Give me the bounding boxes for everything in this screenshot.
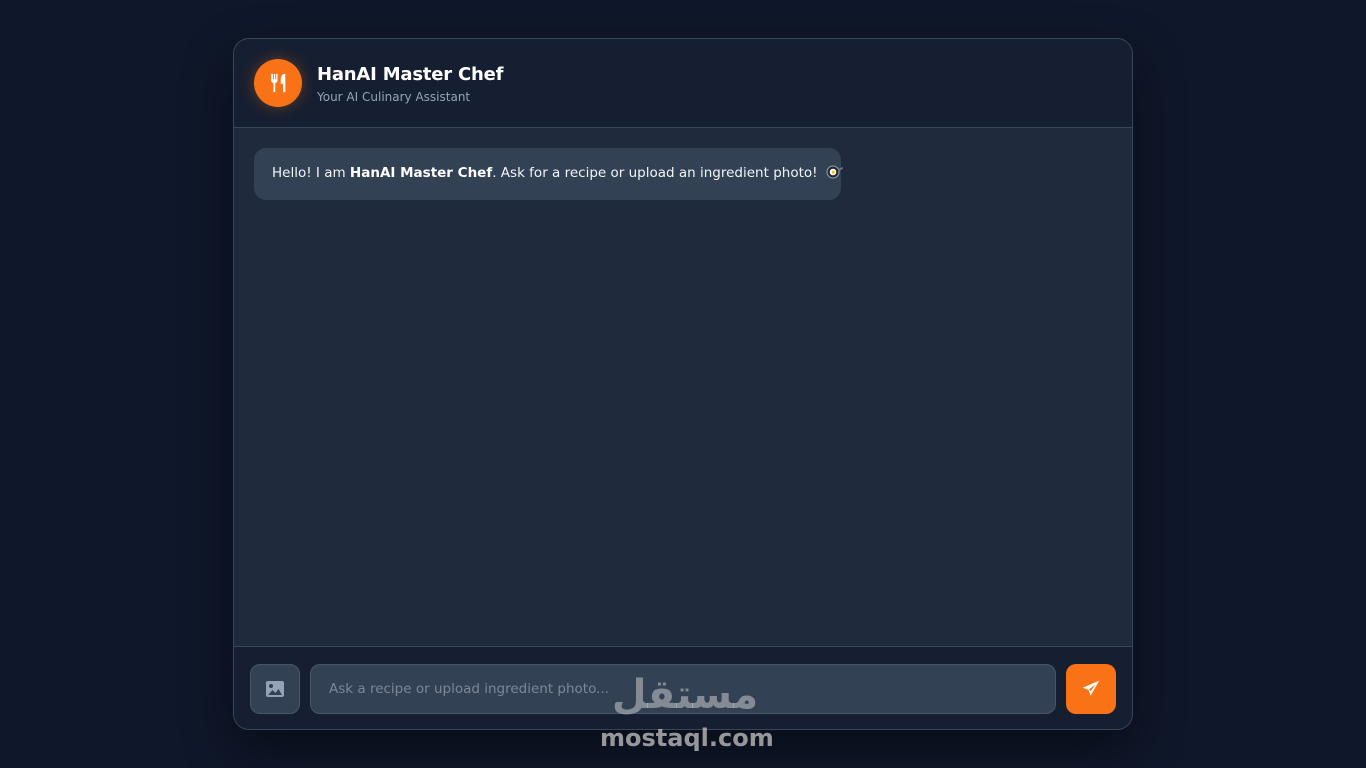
message-bold-name: HanAI Master Chef — [349, 165, 493, 181]
frying-pan-icon — [826, 165, 843, 179]
chat-window: HanAI Master Chef Your AI Culinary Assis… — [233, 38, 1133, 730]
image-icon — [266, 681, 284, 697]
chat-header: HanAI Master Chef Your AI Culinary Assis… — [234, 39, 1132, 128]
send-button[interactable] — [1066, 664, 1116, 714]
app-title: HanAI Master Chef — [317, 64, 504, 85]
message-list: Hello! I am HanAI Master Chef. Ask for a… — [234, 128, 1132, 646]
bot-message: Hello! I am HanAI Master Chef. Ask for a… — [254, 148, 843, 200]
message-text-after: . Ask for a recipe or upload an ingredie… — [492, 165, 818, 181]
paper-plane-icon — [1082, 680, 1100, 696]
upload-image-button[interactable] — [250, 664, 300, 714]
composer-bar — [234, 646, 1132, 729]
utensils-icon — [271, 73, 286, 93]
message-text-before: Hello! I am — [272, 165, 350, 181]
chef-avatar — [254, 59, 302, 107]
app-subtitle: Your AI Culinary Assistant — [317, 90, 471, 104]
message-input[interactable] — [310, 664, 1056, 714]
